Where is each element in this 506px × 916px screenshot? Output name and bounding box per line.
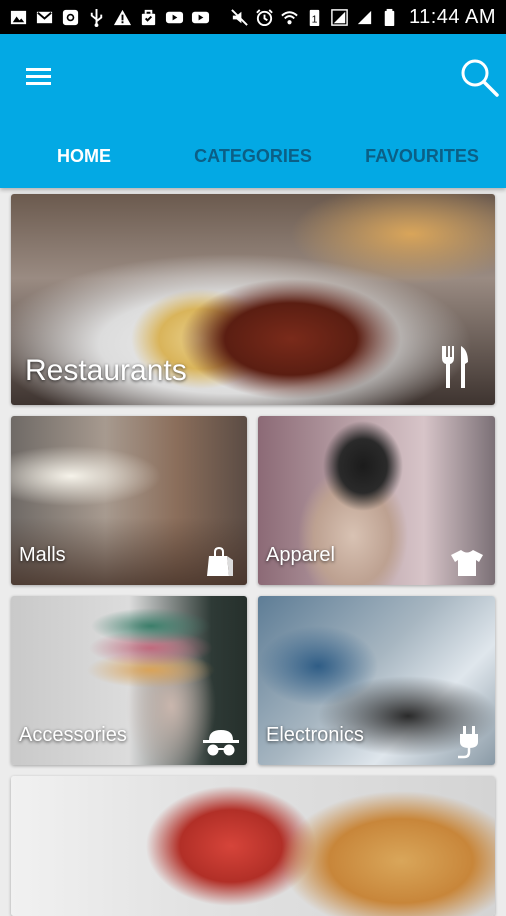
category-tile-restaurants[interactable]: Restaurants [11, 194, 495, 405]
status-bar: 1 11:44 AM [0, 0, 506, 34]
warning-icon [113, 8, 132, 27]
food-image [11, 776, 495, 916]
alarm-icon [255, 8, 274, 27]
mute-icon [230, 8, 249, 27]
category-tile-apparel[interactable]: Apparel [258, 416, 495, 585]
battery-saver-icon: 1 [305, 8, 324, 27]
tab-categories[interactable]: CATEGORIES [168, 134, 338, 178]
category-label: Electronics [266, 724, 364, 746]
signal-icon [355, 8, 374, 27]
fork-knife-icon [439, 344, 471, 390]
clock: 11:44 AM [408, 5, 496, 28]
gmail-icon [35, 8, 54, 27]
usb-icon [87, 8, 106, 27]
youtube-icon [165, 8, 184, 27]
wifi-icon [280, 8, 299, 27]
tab-favourites[interactable]: FAVOURITES [338, 134, 506, 178]
instagram-icon [61, 8, 80, 27]
hat-glasses-icon [201, 728, 239, 760]
battery-icon [380, 8, 399, 27]
system-icons: 1 11:44 AM [230, 0, 496, 34]
tab-bar: HOME CATEGORIES FAVOURITES [0, 134, 506, 178]
category-label: Restaurants [25, 354, 187, 387]
plug-icon [454, 724, 486, 759]
notification-icons [0, 8, 210, 27]
battery-level-text: 1 [312, 14, 318, 25]
category-tile-malls[interactable]: Malls [11, 416, 247, 585]
category-grid: Restaurants Malls Apparel Accessories El… [0, 188, 506, 916]
category-tile-food[interactable] [11, 776, 495, 916]
search-icon[interactable] [458, 56, 500, 98]
tshirt-icon [450, 548, 483, 580]
image-icon [9, 8, 28, 27]
category-tile-electronics[interactable]: Electronics [258, 596, 495, 765]
signal-icon [330, 8, 349, 27]
app-bar: HOME CATEGORIES FAVOURITES [0, 34, 506, 188]
tab-home[interactable]: HOME [0, 134, 168, 178]
shopping-bag-icon [205, 546, 237, 578]
hamburger-menu-icon[interactable] [24, 62, 54, 92]
category-tile-accessories[interactable]: Accessories [11, 596, 247, 765]
category-label: Apparel [266, 544, 335, 566]
category-label: Accessories [19, 724, 127, 746]
bag-icon [139, 8, 158, 27]
youtube-icon [191, 8, 210, 27]
category-label: Malls [19, 544, 66, 566]
